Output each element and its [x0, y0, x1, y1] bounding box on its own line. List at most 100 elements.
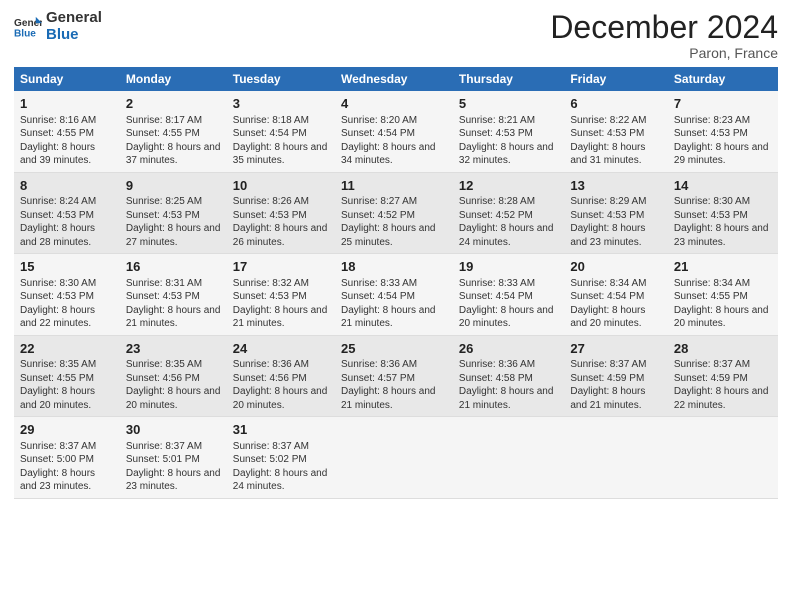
cell-content: Sunrise: 8:35 AMSunset: 4:55 PMDaylight:… — [20, 358, 114, 412]
calendar-cell: 27Sunrise: 8:37 AMSunset: 4:59 PMDayligh… — [564, 335, 668, 417]
sunset-text: Sunset: 4:53 PM — [126, 290, 221, 304]
cell-content: Sunrise: 8:20 AMSunset: 4:54 PMDaylight:… — [341, 114, 447, 168]
calendar-cell — [564, 417, 668, 499]
cell-content: Sunrise: 8:36 AMSunset: 4:57 PMDaylight:… — [341, 358, 447, 412]
daylight-text: Daylight: 8 hours and 20 minutes. — [20, 385, 114, 412]
day-number: 5 — [459, 95, 558, 113]
sunrise-text: Sunrise: 8:30 AM — [20, 277, 114, 291]
calendar-cell: 28Sunrise: 8:37 AMSunset: 4:59 PMDayligh… — [668, 335, 778, 417]
day-number: 21 — [674, 258, 772, 276]
calendar-week-row: 1Sunrise: 8:16 AMSunset: 4:55 PMDaylight… — [14, 91, 778, 172]
sunset-text: Sunset: 4:54 PM — [341, 127, 447, 141]
svg-text:Blue: Blue — [14, 28, 36, 39]
calendar-cell: 20Sunrise: 8:34 AMSunset: 4:54 PMDayligh… — [564, 254, 668, 336]
daylight-text: Daylight: 8 hours and 27 minutes. — [126, 222, 221, 249]
calendar-cell — [453, 417, 564, 499]
calendar-cell: 19Sunrise: 8:33 AMSunset: 4:54 PMDayligh… — [453, 254, 564, 336]
daylight-text: Daylight: 8 hours and 25 minutes. — [341, 222, 447, 249]
sunset-text: Sunset: 4:56 PM — [126, 372, 221, 386]
cell-content: Sunrise: 8:27 AMSunset: 4:52 PMDaylight:… — [341, 195, 447, 249]
cell-content: Sunrise: 8:16 AMSunset: 4:55 PMDaylight:… — [20, 114, 114, 168]
sunrise-text: Sunrise: 8:30 AM — [674, 195, 772, 209]
daylight-text: Daylight: 8 hours and 34 minutes. — [341, 141, 447, 168]
sunset-text: Sunset: 4:53 PM — [570, 127, 662, 141]
day-number: 30 — [126, 421, 221, 439]
calendar-cell: 5Sunrise: 8:21 AMSunset: 4:53 PMDaylight… — [453, 91, 564, 172]
col-header-tuesday: Tuesday — [227, 67, 335, 91]
calendar-cell: 23Sunrise: 8:35 AMSunset: 4:56 PMDayligh… — [120, 335, 227, 417]
sunset-text: Sunset: 4:53 PM — [20, 209, 114, 223]
sunrise-text: Sunrise: 8:18 AM — [233, 114, 329, 128]
cell-content: Sunrise: 8:28 AMSunset: 4:52 PMDaylight:… — [459, 195, 558, 249]
sunset-text: Sunset: 4:53 PM — [570, 209, 662, 223]
cell-content: Sunrise: 8:31 AMSunset: 4:53 PMDaylight:… — [126, 277, 221, 331]
sunrise-text: Sunrise: 8:37 AM — [233, 440, 329, 454]
cell-content: Sunrise: 8:24 AMSunset: 4:53 PMDaylight:… — [20, 195, 114, 249]
day-number: 10 — [233, 177, 329, 195]
daylight-text: Daylight: 8 hours and 32 minutes. — [459, 141, 558, 168]
cell-content: Sunrise: 8:30 AMSunset: 4:53 PMDaylight:… — [674, 195, 772, 249]
calendar-cell: 17Sunrise: 8:32 AMSunset: 4:53 PMDayligh… — [227, 254, 335, 336]
sunrise-text: Sunrise: 8:29 AM — [570, 195, 662, 209]
day-number: 25 — [341, 340, 447, 358]
sunset-text: Sunset: 4:52 PM — [341, 209, 447, 223]
calendar-cell: 14Sunrise: 8:30 AMSunset: 4:53 PMDayligh… — [668, 172, 778, 254]
daylight-text: Daylight: 8 hours and 21 minutes. — [570, 385, 662, 412]
day-number: 24 — [233, 340, 329, 358]
sunrise-text: Sunrise: 8:31 AM — [126, 277, 221, 291]
sunset-text: Sunset: 4:59 PM — [570, 372, 662, 386]
calendar-cell: 16Sunrise: 8:31 AMSunset: 4:53 PMDayligh… — [120, 254, 227, 336]
col-header-thursday: Thursday — [453, 67, 564, 91]
calendar-cell: 13Sunrise: 8:29 AMSunset: 4:53 PMDayligh… — [564, 172, 668, 254]
calendar-week-row: 8Sunrise: 8:24 AMSunset: 4:53 PMDaylight… — [14, 172, 778, 254]
daylight-text: Daylight: 8 hours and 20 minutes. — [126, 385, 221, 412]
sunrise-text: Sunrise: 8:33 AM — [341, 277, 447, 291]
calendar-cell — [335, 417, 453, 499]
calendar-cell: 3Sunrise: 8:18 AMSunset: 4:54 PMDaylight… — [227, 91, 335, 172]
sunset-text: Sunset: 4:55 PM — [674, 290, 772, 304]
col-header-friday: Friday — [564, 67, 668, 91]
sunset-text: Sunset: 4:59 PM — [674, 372, 772, 386]
sunset-text: Sunset: 4:53 PM — [674, 209, 772, 223]
daylight-text: Daylight: 8 hours and 39 minutes. — [20, 141, 114, 168]
sunrise-text: Sunrise: 8:22 AM — [570, 114, 662, 128]
sunset-text: Sunset: 4:57 PM — [341, 372, 447, 386]
daylight-text: Daylight: 8 hours and 29 minutes. — [674, 141, 772, 168]
calendar-cell: 7Sunrise: 8:23 AMSunset: 4:53 PMDaylight… — [668, 91, 778, 172]
calendar-cell: 30Sunrise: 8:37 AMSunset: 5:01 PMDayligh… — [120, 417, 227, 499]
daylight-text: Daylight: 8 hours and 23 minutes. — [126, 467, 221, 494]
cell-content: Sunrise: 8:22 AMSunset: 4:53 PMDaylight:… — [570, 114, 662, 168]
daylight-text: Daylight: 8 hours and 23 minutes. — [674, 222, 772, 249]
calendar-week-row: 29Sunrise: 8:37 AMSunset: 5:00 PMDayligh… — [14, 417, 778, 499]
sunset-text: Sunset: 5:02 PM — [233, 453, 329, 467]
col-header-wednesday: Wednesday — [335, 67, 453, 91]
cell-content: Sunrise: 8:32 AMSunset: 4:53 PMDaylight:… — [233, 277, 329, 331]
day-number: 3 — [233, 95, 329, 113]
cell-content: Sunrise: 8:34 AMSunset: 4:54 PMDaylight:… — [570, 277, 662, 331]
day-number: 28 — [674, 340, 772, 358]
title-block: December 2024 Paron, France — [550, 10, 778, 61]
day-number: 29 — [20, 421, 114, 439]
col-header-monday: Monday — [120, 67, 227, 91]
day-number: 17 — [233, 258, 329, 276]
day-number: 18 — [341, 258, 447, 276]
day-number: 4 — [341, 95, 447, 113]
cell-content: Sunrise: 8:25 AMSunset: 4:53 PMDaylight:… — [126, 195, 221, 249]
day-number: 19 — [459, 258, 558, 276]
day-number: 14 — [674, 177, 772, 195]
daylight-text: Daylight: 8 hours and 20 minutes. — [233, 385, 329, 412]
day-number: 22 — [20, 340, 114, 358]
cell-content: Sunrise: 8:21 AMSunset: 4:53 PMDaylight:… — [459, 114, 558, 168]
daylight-text: Daylight: 8 hours and 20 minutes. — [570, 304, 662, 331]
col-header-sunday: Sunday — [14, 67, 120, 91]
cell-content: Sunrise: 8:37 AMSunset: 5:01 PMDaylight:… — [126, 440, 221, 494]
day-number: 11 — [341, 177, 447, 195]
daylight-text: Daylight: 8 hours and 28 minutes. — [20, 222, 114, 249]
sunset-text: Sunset: 4:53 PM — [233, 290, 329, 304]
sunset-text: Sunset: 4:58 PM — [459, 372, 558, 386]
daylight-text: Daylight: 8 hours and 31 minutes. — [570, 141, 662, 168]
day-number: 20 — [570, 258, 662, 276]
cell-content: Sunrise: 8:30 AMSunset: 4:53 PMDaylight:… — [20, 277, 114, 331]
daylight-text: Daylight: 8 hours and 24 minutes. — [233, 467, 329, 494]
calendar-cell: 24Sunrise: 8:36 AMSunset: 4:56 PMDayligh… — [227, 335, 335, 417]
